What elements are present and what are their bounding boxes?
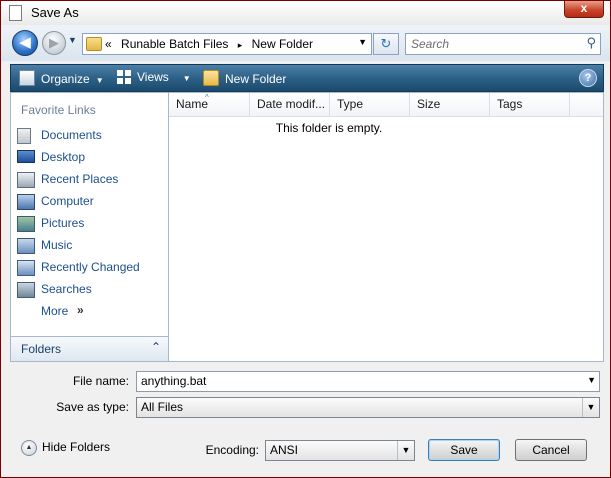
organize-button[interactable]: Organize ▼ [19, 70, 104, 86]
column-header-row: Name ^ Date modif... Type Size Tags [169, 93, 603, 117]
nav-item-more[interactable]: More » [11, 301, 169, 323]
recent-pages-dropdown-icon[interactable]: ▼ [68, 35, 77, 45]
notepad-icon [9, 5, 22, 21]
searches-icon [17, 282, 35, 298]
nav-item-label: Recent Places [41, 172, 119, 186]
breadcrumb: « Runable Batch Files ▸ New Folder [105, 37, 319, 51]
computer-icon [17, 194, 35, 210]
chevron-up-icon: ▲ [21, 440, 37, 456]
organize-icon [19, 70, 35, 86]
encoding-label: Encoding: [205, 443, 259, 457]
chevron-down-icon: ▼ [95, 76, 104, 85]
nav-item-music[interactable]: Music [11, 235, 169, 257]
column-label: Date modif... [257, 97, 326, 111]
more-label: More [41, 304, 69, 318]
column-date-modified[interactable]: Date modif... [250, 93, 330, 116]
chevron-down-icon[interactable]: ▼ [397, 441, 414, 460]
chevron-down-icon[interactable]: ▼ [582, 398, 599, 417]
file-name-input[interactable]: anything.bat ▼ [136, 371, 600, 392]
column-label: Type [337, 97, 364, 111]
file-list-pane[interactable]: Name ^ Date modif... Type Size Tags This … [168, 92, 604, 362]
folders-toggle[interactable]: Folders ⌃ [11, 336, 169, 361]
column-label: Size [417, 97, 441, 111]
recent-places-icon [17, 172, 35, 188]
column-label: Tags [497, 97, 523, 111]
refresh-icon: ↻ [380, 36, 392, 51]
hide-folders-label: Hide Folders [42, 440, 111, 454]
nav-item-recently-changed[interactable]: Recently Changed [11, 257, 169, 279]
column-tags[interactable]: Tags [490, 93, 570, 116]
nav-item-computer[interactable]: Computer [11, 191, 169, 213]
back-button[interactable]: ◀ [12, 30, 38, 56]
close-button[interactable]: x [564, 1, 604, 18]
refresh-button[interactable]: ↻ [373, 33, 399, 55]
nav-item-label: Recently Changed [41, 260, 140, 274]
nav-item-label: Music [41, 238, 73, 252]
documents-icon [17, 128, 31, 144]
breadcrumb-separator-icon[interactable]: ▸ [238, 40, 243, 50]
search-input[interactable]: Search ⚲ [405, 33, 601, 55]
desktop-icon [17, 150, 35, 163]
nav-item-label: Documents [41, 128, 102, 142]
help-icon[interactable]: ? [579, 69, 597, 87]
nav-item-label: Pictures [41, 216, 85, 230]
organize-label: Organize [41, 72, 90, 86]
chevron-down-icon: ▼ [182, 74, 191, 83]
nav-item-recent-places[interactable]: Recent Places [11, 169, 169, 191]
chevron-down-icon[interactable]: ▼ [587, 375, 596, 385]
chevron-up-icon: ⌃ [150, 340, 161, 354]
nav-item-desktop[interactable]: Desktop [11, 147, 169, 169]
nav-item-label: Desktop [41, 150, 86, 164]
nav-item-searches[interactable]: Searches [11, 279, 169, 301]
window-title: Save As [31, 5, 79, 20]
encoding-select[interactable]: ANSI ▼ [265, 440, 415, 461]
address-dropdown-icon[interactable]: ▼ [358, 37, 367, 47]
cancel-button[interactable]: Cancel [515, 439, 587, 461]
save-as-type-select[interactable]: All Files ▼ [136, 397, 600, 418]
title-bar: Save As x [1, 1, 610, 25]
music-icon [17, 238, 35, 254]
column-type[interactable]: Type [330, 93, 410, 116]
address-row: ◀ ▶ ▼ « Runable Batch Files ▸ New Folder… [1, 25, 610, 61]
navigation-pane: Favorite Links Documents Desktop Recent … [10, 92, 169, 362]
new-folder-button[interactable]: New Folder [203, 70, 286, 86]
pictures-icon [17, 216, 35, 232]
save-button[interactable]: Save [428, 439, 500, 461]
empty-folder-message: This folder is empty. [275, 121, 383, 135]
file-name-label: File name: [72, 374, 129, 388]
nav-item-label: Searches [41, 282, 92, 296]
save-as-type-label: Save as type: [56, 400, 129, 414]
breadcrumb-new-folder[interactable]: New Folder [252, 37, 313, 51]
new-folder-label: New Folder [225, 72, 287, 86]
favorite-links-heading: Favorite Links [21, 103, 96, 117]
new-folder-icon [203, 70, 219, 86]
views-button[interactable]: Views ▼ [117, 70, 191, 84]
file-name-value: anything.bat [141, 374, 207, 388]
nav-item-documents[interactable]: Documents [11, 125, 169, 147]
encoding-value: ANSI [270, 443, 299, 457]
search-icon[interactable]: ⚲ [586, 35, 596, 51]
search-placeholder: Search [411, 37, 450, 51]
forward-button[interactable]: ▶ [42, 31, 66, 55]
save-as-dialog: Save As x ◀ ▶ ▼ « Runable Batch Files ▸ … [0, 0, 611, 478]
command-toolbar: Organize ▼ Views ▼ New Folder ? [10, 64, 604, 92]
column-size[interactable]: Size [410, 93, 490, 116]
folder-icon [86, 37, 102, 51]
views-icon [117, 70, 131, 84]
nav-item-label: Computer [41, 194, 94, 208]
double-chevron-right-icon: » [77, 303, 84, 317]
breadcrumb-overflow[interactable]: « [105, 37, 112, 51]
breadcrumb-runable-batch-files[interactable]: Runable Batch Files [121, 37, 228, 51]
column-name[interactable]: Name ^ [169, 93, 250, 116]
save-as-type-value: All Files [141, 400, 184, 414]
sort-ascending-icon: ^ [205, 93, 209, 102]
nav-item-pictures[interactable]: Pictures [11, 213, 169, 235]
folders-label: Folders [21, 342, 62, 356]
column-label: Name [176, 97, 209, 111]
address-bar[interactable]: « Runable Batch Files ▸ New Folder ▼ [82, 33, 372, 55]
favorite-links-list: Documents Desktop Recent Places Computer… [11, 125, 169, 323]
views-label: Views [137, 70, 169, 84]
recently-changed-icon [17, 260, 35, 276]
